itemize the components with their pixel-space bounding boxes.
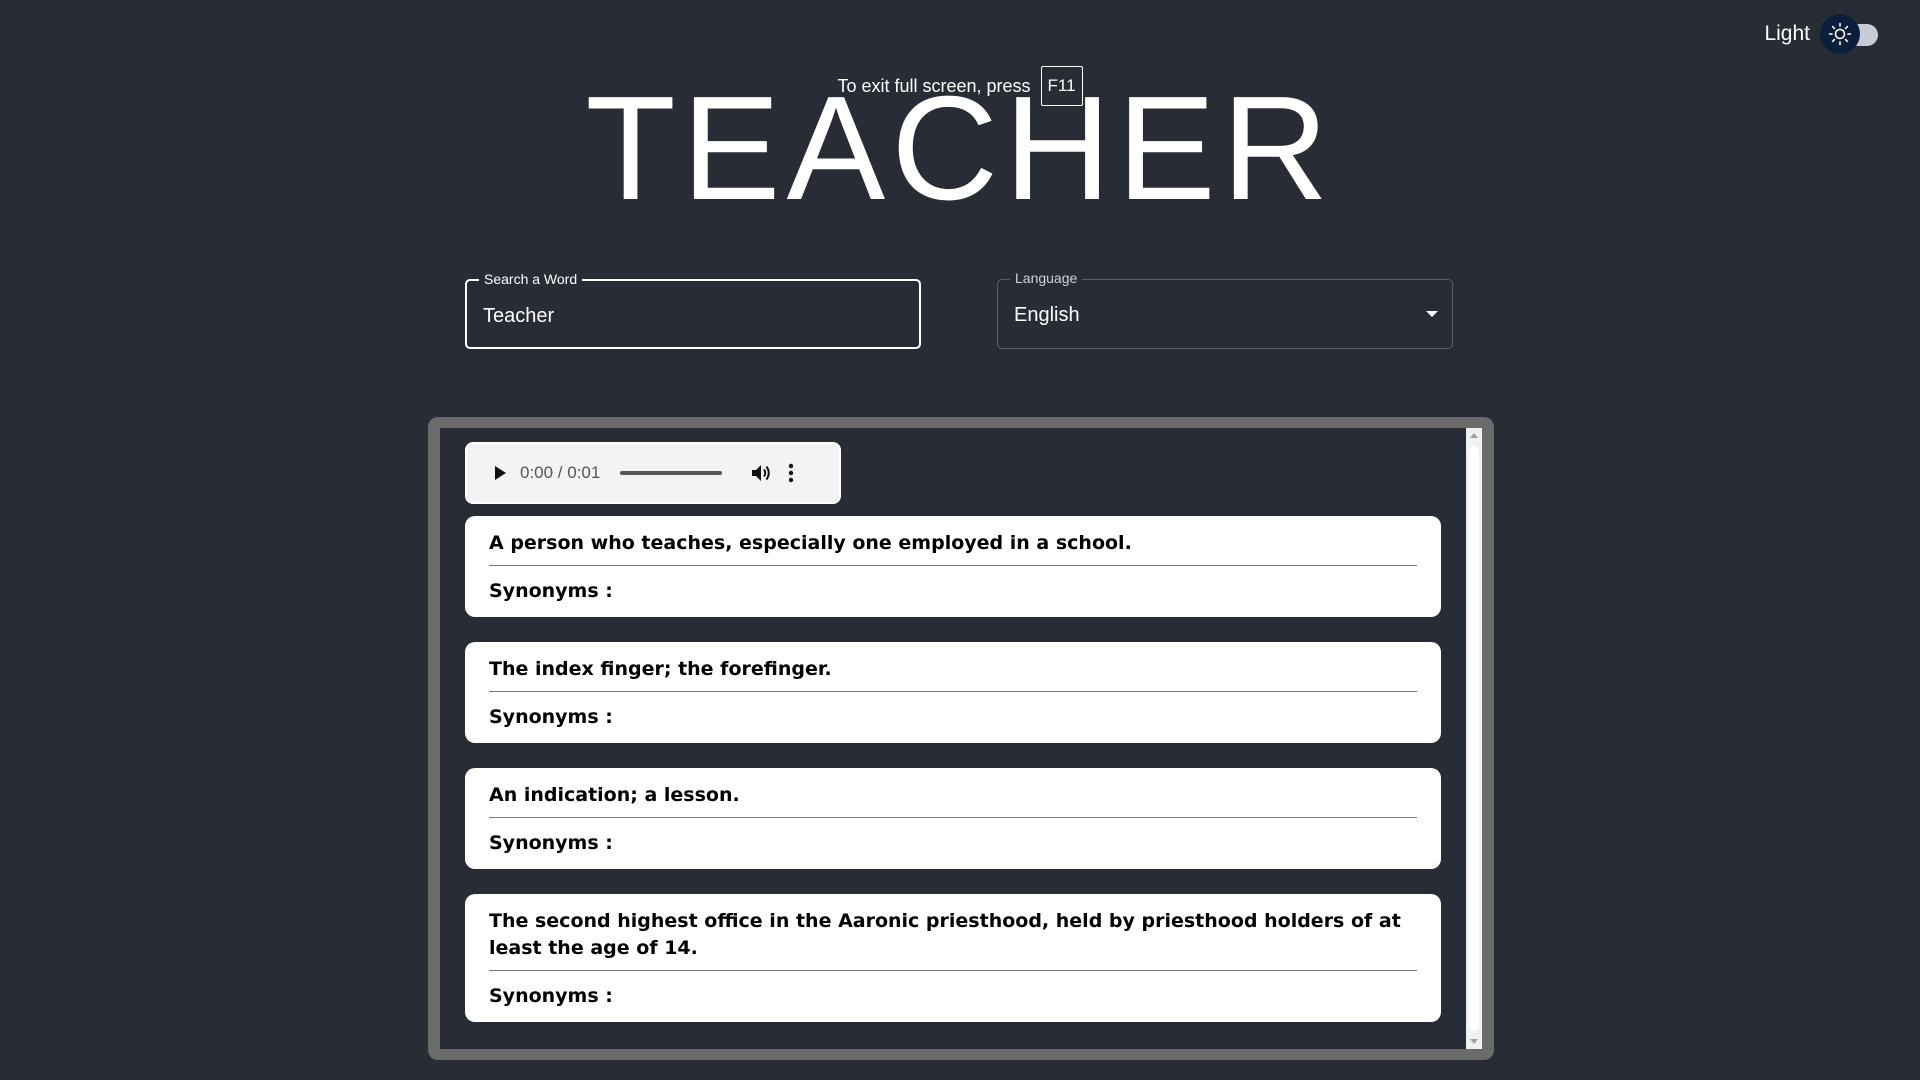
scrollbar[interactable] xyxy=(1466,428,1482,1049)
definition-text: A person who teaches, especially one emp… xyxy=(489,530,1417,566)
language-select[interactable]: Language English xyxy=(997,270,1453,349)
scroll-up-icon[interactable] xyxy=(1470,433,1478,438)
theme-switch[interactable] xyxy=(1820,14,1882,54)
audio-player[interactable]: 0:00 / 0:01 xyxy=(465,442,841,504)
synonyms-label: Synonyms : xyxy=(489,580,613,602)
fullscreen-key: F11 xyxy=(1040,66,1083,106)
meaning-card: The second highest office in the Aaronic… xyxy=(465,894,1441,1022)
volume-icon[interactable] xyxy=(750,463,772,483)
theme-toggle[interactable]: Light xyxy=(1764,14,1882,54)
audio-progress-bar[interactable] xyxy=(620,471,723,475)
meaning-card: The index finger; the forefinger. Synony… xyxy=(465,642,1441,743)
meaning-card: An indication; a lesson. Synonyms : xyxy=(465,768,1441,869)
meanings-container: 0:00 / 0:01 A person who teaches, especi… xyxy=(428,417,1494,1060)
synonyms-label: Synonyms : xyxy=(489,985,613,1007)
definition-text: An indication; a lesson. xyxy=(489,782,1417,818)
switch-thumb[interactable] xyxy=(1820,14,1860,54)
language-label: Language xyxy=(1010,270,1083,286)
page: Light To exit full screen, press F11 TEA… xyxy=(0,0,1920,1080)
play-icon[interactable] xyxy=(495,466,506,480)
search-label: Search a Word xyxy=(479,271,583,287)
audio-time: 0:00 / 0:01 xyxy=(520,463,601,482)
fullscreen-notice: To exit full screen, press F11 xyxy=(0,66,1920,106)
definition-text: The index finger; the forefinger. xyxy=(489,656,1417,692)
meanings-scroll-area[interactable]: 0:00 / 0:01 A person who teaches, especi… xyxy=(440,428,1482,1049)
meaning-card: A person who teaches, especially one emp… xyxy=(465,516,1441,617)
search-input[interactable] xyxy=(483,305,893,328)
search-field[interactable]: Search a Word xyxy=(465,271,921,349)
more-vert-icon[interactable] xyxy=(788,463,794,483)
fullscreen-notice-text: To exit full screen, press xyxy=(837,75,1031,96)
theme-label: Light xyxy=(1764,22,1810,45)
scroll-down-icon[interactable] xyxy=(1470,1039,1478,1044)
definition-text: The second highest office in the Aaronic… xyxy=(489,908,1417,971)
scroll-thumb[interactable] xyxy=(1469,446,1479,1031)
synonyms-label: Synonyms : xyxy=(489,706,613,728)
sun-icon xyxy=(1828,22,1852,46)
dropdown-arrow-icon[interactable] xyxy=(1426,311,1438,317)
synonyms-label: Synonyms : xyxy=(489,832,613,854)
language-selected-value: English xyxy=(1014,304,1080,326)
